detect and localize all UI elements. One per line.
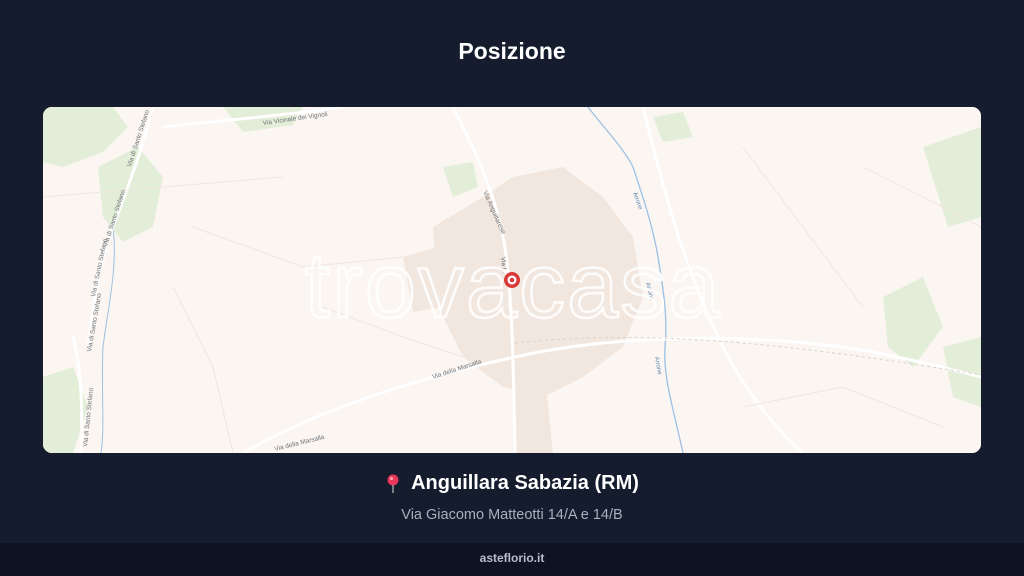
footer-site[interactable]: asteflorio.it xyxy=(480,551,545,565)
map-canvas[interactable]: Via Vicinale dei Vignoli Via di Santo St… xyxy=(43,107,981,453)
address: Via Giacomo Matteotti 14/A e 14/B xyxy=(401,506,623,523)
location-title: Anguillara Sabazia (RM) xyxy=(385,472,639,495)
page-title: Posizione xyxy=(458,38,566,64)
map[interactable]: Via Vicinale dei Vignoli Via di Santo St… xyxy=(43,107,981,453)
map-pin-icon xyxy=(385,474,401,494)
location-info: Anguillara Sabazia (RM) Via Giacomo Matt… xyxy=(0,472,1024,523)
location-marker[interactable] xyxy=(504,272,520,288)
footer: asteflorio.it xyxy=(0,543,1024,576)
city-name: Anguillara Sabazia (RM) xyxy=(411,472,639,494)
